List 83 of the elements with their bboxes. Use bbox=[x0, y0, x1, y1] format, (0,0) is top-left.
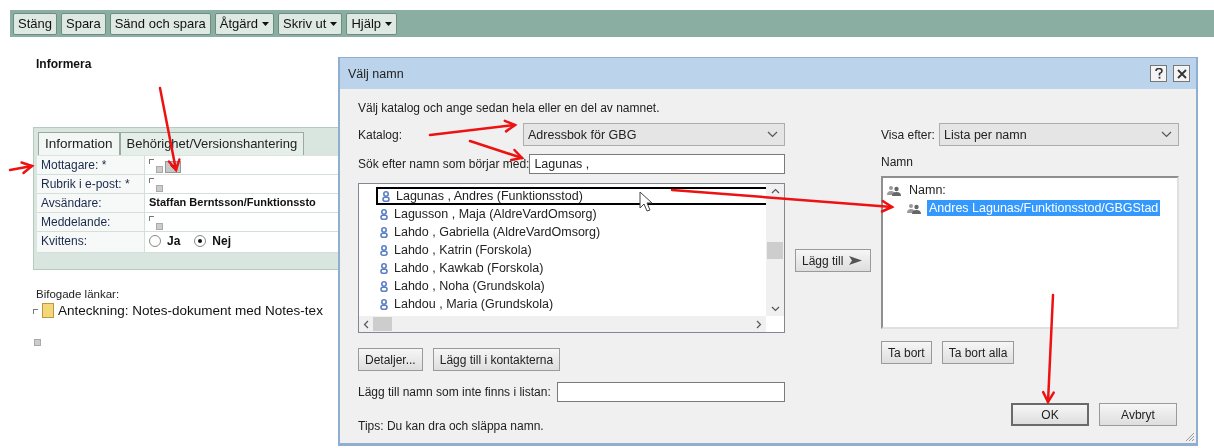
dialog-button[interactable]: Ta bort alla bbox=[941, 341, 1015, 364]
catalog-dropdown[interactable]: Adressbok för GBG bbox=[523, 123, 785, 146]
view-label: Visa efter: bbox=[881, 127, 935, 142]
annotation-arrow bbox=[8, 161, 35, 175]
toolbar-button[interactable]: Hjälp bbox=[346, 12, 398, 35]
vertical-scrollbar[interactable] bbox=[766, 184, 784, 316]
selected-names-label: Namn bbox=[881, 155, 914, 169]
chevron-down-icon bbox=[1161, 131, 1172, 138]
add-name-field[interactable] bbox=[556, 382, 785, 402]
form-title: Informera bbox=[36, 57, 93, 71]
chevron-down-icon bbox=[770, 306, 780, 312]
add-name-label: Lägg till namn som inte finns i listan: bbox=[358, 385, 551, 399]
field-end-mark bbox=[34, 339, 41, 346]
dialog-button[interactable]: Lägg till i kontakterna bbox=[432, 348, 561, 371]
person-icon bbox=[380, 208, 388, 220]
field-end-mark bbox=[156, 166, 163, 173]
chevron-left-icon bbox=[363, 319, 369, 329]
add-button[interactable]: Lägg till bbox=[795, 249, 871, 272]
chevron-up-icon bbox=[770, 188, 780, 194]
help-button[interactable] bbox=[1150, 65, 1167, 82]
toolbar-button[interactable]: Skriv ut bbox=[278, 12, 343, 35]
radio-button[interactable] bbox=[149, 235, 161, 247]
name-list-item[interactable]: Lahdo , Kawkab (Forskola) bbox=[376, 259, 766, 277]
dialog-button[interactable]: Detaljer... bbox=[358, 348, 423, 371]
resize-grip-icon[interactable] bbox=[1185, 432, 1195, 442]
name-list-item[interactable]: Lagunas , Andres (Funktionsstod) bbox=[376, 187, 766, 205]
field-end-mark bbox=[156, 185, 163, 192]
close-button[interactable] bbox=[1173, 65, 1190, 82]
pointer-icon bbox=[639, 191, 653, 212]
toolbar-button[interactable]: Åtgärd bbox=[214, 12, 275, 35]
search-field[interactable]: Lagunas , bbox=[529, 154, 785, 174]
field-start-mark bbox=[149, 178, 154, 183]
person-icon bbox=[380, 262, 388, 274]
view-dropdown[interactable]: Lista per namn bbox=[939, 123, 1179, 146]
sender-value: Staffan Berntsson/Funktionssto bbox=[149, 196, 316, 208]
instruction-text: Välj katalog och ange sedan hela eller en del av namnet. bbox=[358, 101, 661, 115]
group-icon bbox=[887, 184, 901, 196]
field-end-mark bbox=[156, 223, 163, 230]
person-icon bbox=[380, 244, 388, 256]
tree-item[interactable]: Namn: bbox=[907, 182, 948, 198]
field-start-mark bbox=[149, 159, 154, 164]
dialog-button[interactable]: Ta bort bbox=[881, 341, 932, 364]
tab[interactable]: Information bbox=[38, 132, 120, 155]
person-icon bbox=[382, 190, 390, 202]
ok-button[interactable]: OK bbox=[1011, 403, 1089, 426]
field-label: Avsändare: bbox=[37, 194, 145, 212]
group-icon bbox=[907, 202, 921, 214]
name-list-item[interactable]: Lagusson , Maja (AldreVardOmsorg) bbox=[376, 205, 766, 223]
person-icon bbox=[380, 298, 388, 310]
arrow-right-icon bbox=[849, 256, 863, 265]
tip-text: Tips: Du kan dra och släppa namn. bbox=[358, 419, 545, 433]
field-label: Rubrik i e-post: * bbox=[37, 175, 145, 193]
scrollbar-thumb[interactable] bbox=[373, 317, 392, 331]
attachment-link[interactable]: Anteckning: Notes-dokument med Notes-tex bbox=[58, 303, 323, 318]
field-label: Meddelande: bbox=[37, 213, 145, 231]
name-list-item[interactable]: Lahdou , Maria (Grundskola) bbox=[376, 295, 766, 313]
field-start-mark bbox=[149, 216, 154, 221]
cancel-button[interactable]: Avbryt bbox=[1099, 403, 1177, 426]
field-start-mark bbox=[33, 308, 38, 314]
search-label: Sök efter namn som börjar med: bbox=[358, 157, 530, 171]
radio-label: Nej bbox=[212, 234, 232, 248]
toolbar-button[interactable]: Sänd och spara bbox=[109, 12, 211, 35]
person-icon bbox=[380, 226, 388, 238]
document-icon bbox=[42, 303, 54, 318]
chevron-right-icon bbox=[756, 319, 762, 329]
radio-button[interactable] bbox=[194, 235, 207, 247]
question-icon bbox=[1154, 68, 1163, 79]
attachments-label: Bifogade länkar: bbox=[36, 288, 120, 300]
toolbar-button[interactable]: Stäng bbox=[13, 12, 57, 35]
scrollbar-thumb[interactable] bbox=[767, 241, 783, 259]
close-icon bbox=[1176, 68, 1187, 79]
name-list-item[interactable]: Lahdo , Noha (Grundskola) bbox=[376, 277, 766, 295]
catalog-label: Katalog: bbox=[358, 127, 403, 142]
dialog-title: Välj namn bbox=[348, 66, 405, 81]
person-icon bbox=[380, 280, 388, 292]
name-list-item[interactable]: Lahdo , Katrin (Forskola) bbox=[376, 241, 766, 259]
chevron-down-icon bbox=[767, 131, 778, 138]
field-label: Mottagare: * bbox=[37, 156, 145, 174]
toolbar-button[interactable]: Spara bbox=[61, 12, 106, 35]
horizontal-scrollbar[interactable] bbox=[359, 316, 766, 332]
name-list-item[interactable]: Lahdo , Gabriella (AldreVardOmsorg) bbox=[376, 223, 766, 241]
field-label: Kvittens: bbox=[37, 232, 145, 252]
radio-label: Ja bbox=[167, 234, 181, 248]
